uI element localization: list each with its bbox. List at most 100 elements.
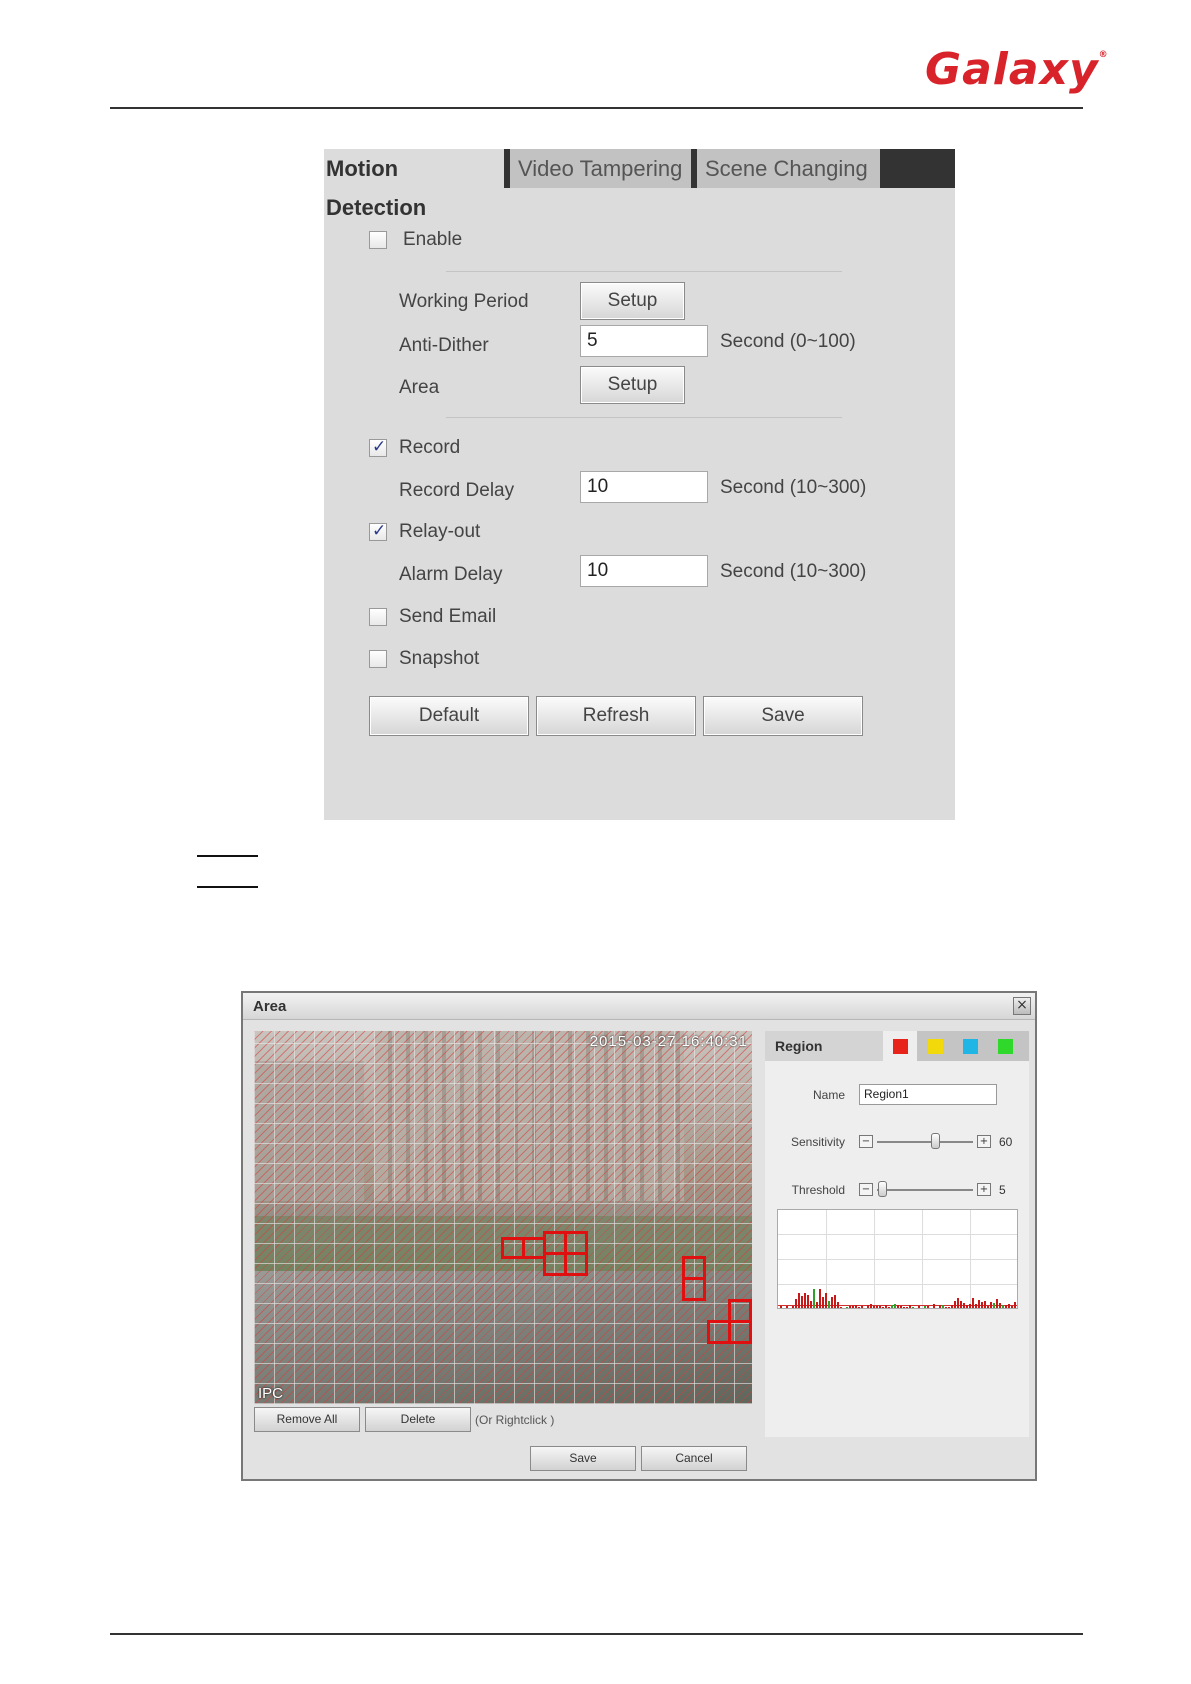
graph-bar	[1002, 1305, 1004, 1308]
graph-bar	[819, 1288, 821, 1308]
graph-bar	[840, 1306, 842, 1308]
dialog-save-button[interactable]: Save	[530, 1446, 636, 1471]
tab-bar: Motion Detection Video Tampering Scene C…	[324, 149, 955, 220]
graph-bar	[1014, 1301, 1016, 1308]
region-color-blue[interactable]	[963, 1039, 978, 1054]
graph-bar	[912, 1306, 914, 1308]
working-period-label: Working Period	[399, 291, 529, 312]
sensitivity-slider-track[interactable]	[877, 1141, 973, 1143]
region-name-input[interactable]: Region1	[859, 1084, 997, 1105]
graph-bar	[942, 1305, 944, 1308]
graph-bar	[786, 1306, 788, 1308]
save-button[interactable]: Save	[703, 696, 863, 736]
graph-bar	[891, 1304, 893, 1308]
record-checkbox[interactable]: ✓	[369, 437, 387, 457]
graph-bar	[873, 1306, 875, 1308]
graph-bar	[972, 1298, 974, 1308]
threshold-slider-track[interactable]	[877, 1189, 973, 1191]
graph-bar	[858, 1307, 860, 1308]
graph-bar	[924, 1306, 926, 1308]
graph-bar	[900, 1305, 902, 1308]
anti-dither-input[interactable]: 5	[580, 325, 708, 357]
graph-bar	[981, 1301, 983, 1308]
region-color-red[interactable]	[893, 1039, 908, 1054]
tab-scene-changing[interactable]: Scene Changing	[697, 149, 880, 188]
area-setup-button[interactable]: Setup	[580, 366, 685, 404]
graph-bar	[801, 1296, 803, 1308]
tab-motion-detection[interactable]: Motion Detection	[324, 149, 504, 220]
close-icon[interactable]: ×	[1013, 997, 1031, 1015]
graph-bar	[825, 1293, 827, 1308]
graph-bar	[978, 1299, 980, 1308]
sensitivity-plus-icon[interactable]: +	[977, 1135, 991, 1148]
graph-bar	[930, 1307, 932, 1308]
enable-label: Enable	[403, 229, 463, 250]
threshold-label: Threshold	[791, 1183, 845, 1197]
video-area-grid[interactable]: 2015-03-27 16:40:31 IPC	[254, 1031, 752, 1404]
region-color-selector	[883, 1031, 1029, 1061]
enable-checkbox[interactable]	[369, 231, 387, 249]
graph-bar	[792, 1305, 794, 1308]
step-underline	[197, 855, 258, 857]
graph-bar	[948, 1307, 950, 1308]
graph-bar	[822, 1297, 824, 1308]
graph-bar	[846, 1307, 848, 1308]
relay-out-checkbox[interactable]: ✓	[369, 521, 387, 541]
record-delay-label: Record Delay	[399, 480, 515, 501]
graph-bar	[894, 1304, 896, 1308]
threshold-plus-icon[interactable]: +	[977, 1183, 991, 1196]
graph-gridline	[970, 1210, 971, 1308]
dialog-cancel-button[interactable]: Cancel	[641, 1446, 747, 1471]
alarm-delay-input[interactable]: 10	[580, 555, 708, 587]
graph-bar	[990, 1301, 992, 1308]
video-timestamp: 2015-03-27 16:40:31	[589, 1033, 748, 1050]
dialog-title: Area	[253, 998, 287, 1015]
graph-bar	[984, 1301, 986, 1308]
record-delay-unit: Second (10~300)	[720, 477, 867, 498]
graph-gridline	[778, 1259, 1017, 1260]
refresh-button[interactable]: Refresh	[536, 696, 696, 736]
delete-button[interactable]: Delete	[365, 1407, 471, 1432]
graph-bar	[906, 1307, 908, 1308]
graph-bar	[963, 1303, 965, 1308]
graph-bar	[1005, 1305, 1007, 1308]
sensitivity-value: 60	[999, 1135, 1013, 1149]
sensitivity-slider-thumb[interactable]	[930, 1133, 940, 1149]
graph-bar	[813, 1288, 815, 1308]
graph-bar	[939, 1305, 941, 1308]
graph-gridline	[874, 1210, 875, 1308]
threshold-slider-thumb[interactable]	[877, 1181, 887, 1197]
graph-bar	[804, 1293, 806, 1308]
name-label: Name	[812, 1088, 845, 1102]
working-period-setup-button[interactable]: Setup	[580, 282, 685, 320]
threshold-minus-icon[interactable]: −	[859, 1183, 873, 1196]
graph-bar	[882, 1306, 884, 1308]
send-email-checkbox[interactable]	[369, 608, 387, 626]
graph-bar	[951, 1305, 953, 1308]
area-label: Area	[399, 377, 440, 398]
graph-bar	[810, 1301, 812, 1308]
footer-rule	[110, 1633, 1083, 1635]
divider	[446, 271, 842, 272]
region-color-green[interactable]	[998, 1039, 1013, 1054]
graph-bar	[855, 1304, 857, 1308]
snapshot-label: Snapshot	[399, 648, 480, 669]
graph-bar	[861, 1306, 863, 1308]
default-button[interactable]: Default	[369, 696, 529, 736]
remove-all-button[interactable]: Remove All	[254, 1407, 360, 1432]
header-rule	[110, 107, 1083, 109]
graph-bar	[870, 1304, 872, 1308]
graph-bar	[795, 1299, 797, 1308]
tab-video-tampering[interactable]: Video Tampering	[510, 149, 691, 188]
region-panel: Region Name Region1 Sensitivity − + 60 T…	[765, 1031, 1029, 1437]
graph-bar	[960, 1301, 962, 1308]
graph-bar	[999, 1303, 1001, 1308]
graph-bar	[1008, 1304, 1010, 1308]
graph-bar	[780, 1306, 782, 1308]
record-delay-input[interactable]: 10	[580, 471, 708, 503]
brand-logo-text: Galaxy	[925, 44, 1099, 95]
graph-bar	[828, 1301, 830, 1308]
region-color-yellow[interactable]	[928, 1039, 943, 1054]
sensitivity-minus-icon[interactable]: −	[859, 1135, 873, 1148]
snapshot-checkbox[interactable]	[369, 650, 387, 668]
